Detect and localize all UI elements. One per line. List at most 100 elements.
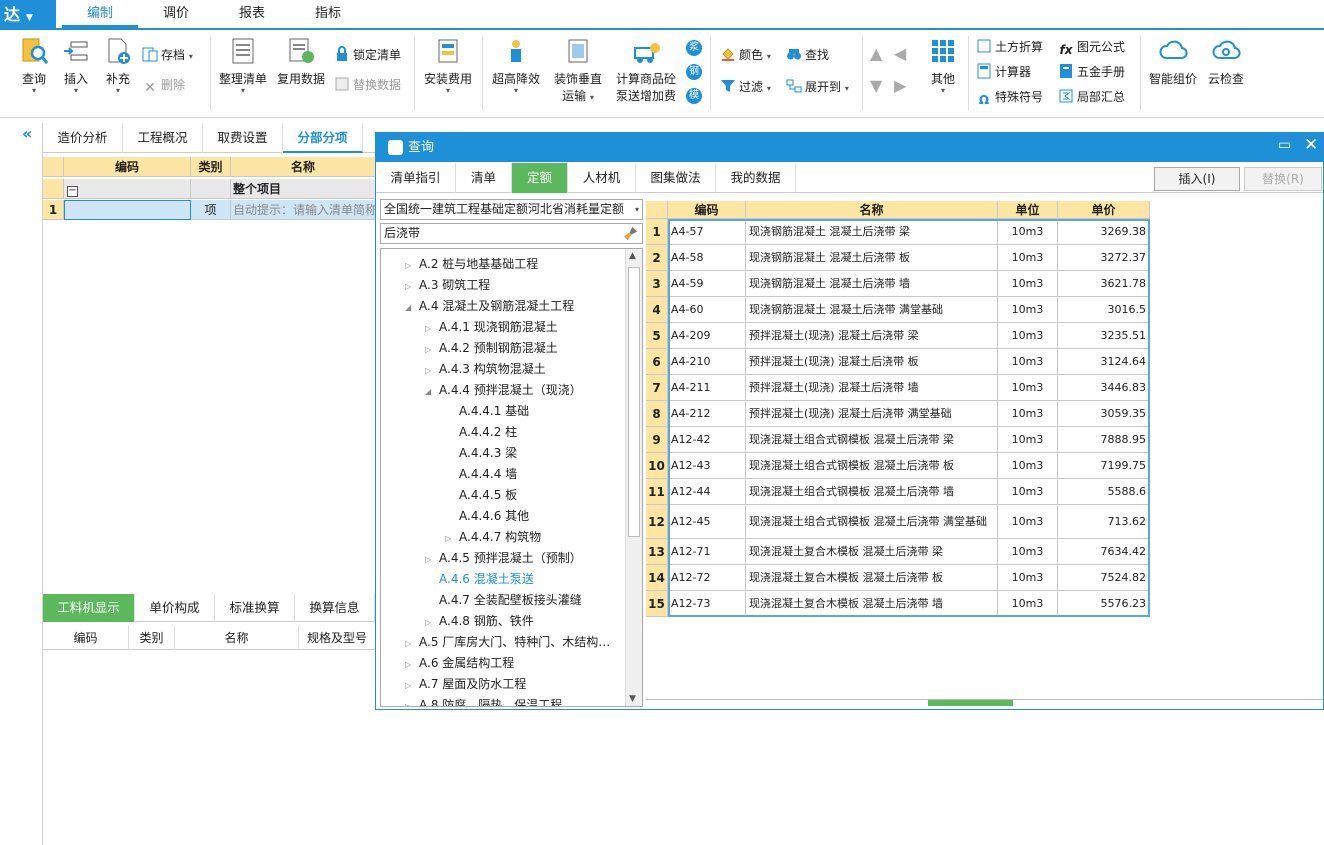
table-row[interactable]: 10 A12-43 现浇混凝土组合式钢模板 混凝土后浇带 板 10m3 7199.75 xyxy=(646,453,1150,479)
table-row[interactable]: 12 A12-45 现浇混凝土组合式钢模板 混凝土后浇带 满堂基础 10m3 713.6… xyxy=(646,505,1150,539)
tree-collapsed-icon[interactable]: ▷ xyxy=(405,276,419,297)
tree-node[interactable]: A.4.6 混凝土泵送 xyxy=(425,569,534,590)
tab-sections[interactable]: 分部分项 xyxy=(283,123,363,153)
tab-my-data[interactable]: 我的数据 xyxy=(716,163,796,193)
tab-project-overview[interactable]: 工程概况 xyxy=(123,123,203,153)
tree-collapsed-icon[interactable]: ▷ xyxy=(425,612,439,633)
tree-collapsed-icon[interactable]: ▷ xyxy=(445,528,459,549)
tree-collapsed-icon[interactable]: ▷ xyxy=(425,360,439,381)
quota-library-select[interactable]: 全国统一建筑工程基础定额河北省消耗量定额 ▾ xyxy=(380,199,643,220)
other-button[interactable]: 其他 ▾ xyxy=(922,36,964,95)
table-row[interactable]: 13 A12-71 现浇混凝土复合木模板 混凝土后浇带 梁 10m3 7634.42 xyxy=(646,539,1150,565)
query-button[interactable]: 查询 ▾ xyxy=(14,36,54,95)
tree-expanded-icon[interactable]: ◢ xyxy=(425,381,439,402)
tree-node[interactable]: ◢ A.4.4 预拌混凝土（现浇） xyxy=(425,380,582,401)
collapse-sidebar-icon[interactable]: « xyxy=(22,124,32,143)
hardware-manual-button[interactable]: 五金手册 xyxy=(1058,63,1125,81)
tree-node[interactable]: ▷ A.3 砌筑工程 xyxy=(405,275,490,296)
tree-node[interactable]: ▷ A.4.1 现浇钢筋混凝土 xyxy=(425,317,558,338)
replace-data-button[interactable]: 替换数据 xyxy=(334,76,401,94)
local-summary-button[interactable]: 局部汇总 xyxy=(1058,88,1125,106)
maximize-icon[interactable]: ▭ xyxy=(1278,137,1291,153)
table-row[interactable]: 14 A12-72 现浇混凝土复合木模板 混凝土后浇带 板 10m3 7524.82 xyxy=(646,565,1150,591)
scroll-down-icon[interactable]: ▼ xyxy=(629,694,636,704)
tree-scrollbar[interactable]: ▲ ▼ xyxy=(625,249,642,706)
scrollbar-thumb[interactable] xyxy=(628,267,640,537)
expand-to-button[interactable]: 展开到 ▾ xyxy=(786,78,849,96)
menu-tab-edit[interactable]: 编制 xyxy=(62,0,138,28)
tab-fee-settings[interactable]: 取费设置 xyxy=(203,123,283,153)
tab-list-guide[interactable]: 清单指引 xyxy=(376,163,456,193)
tree-node[interactable]: A.4.4.6 其他 xyxy=(445,506,529,527)
tree-node[interactable]: ▷ A.4.8 钢筋、铁件 xyxy=(425,611,534,632)
move-up-icon[interactable]: ▲ xyxy=(870,44,882,63)
tree-node[interactable]: A.4.4.4 墙 xyxy=(445,464,517,485)
table-row[interactable]: 4 A4-60 现浇钢筋混凝土 混凝土后浇带 满堂基础 10m3 3016.5 xyxy=(646,297,1150,323)
app-logo[interactable]: 达 ▼ xyxy=(0,0,56,30)
table-row[interactable]: 15 A12-73 现浇混凝土复合木模板 混凝土后浇带 墙 10m3 5576.23 xyxy=(646,591,1150,617)
tree-collapsed-icon[interactable]: ▷ xyxy=(405,654,419,675)
calculator-button[interactable]: 计算器 xyxy=(976,63,1031,81)
element-formula-button[interactable]: fx 图元公式 xyxy=(1058,38,1126,57)
tab-quota[interactable]: 定额 xyxy=(512,163,568,193)
move-down-icon[interactable]: ▼ xyxy=(870,76,882,95)
tab-atlas-method[interactable]: 图集做法 xyxy=(636,163,716,193)
cloud-check-button[interactable]: 云检查 xyxy=(1200,36,1252,87)
insert-button[interactable]: 插入(I) xyxy=(1154,167,1240,191)
tree-expanded-icon[interactable]: ◢ xyxy=(405,297,419,318)
table-row[interactable]: 1 A4-57 现浇钢筋混凝土 混凝土后浇带 梁 10m3 3269.38 xyxy=(646,219,1150,245)
table-row[interactable]: 8 A4-212 预拌混凝土(现浇) 混凝土后浇带 满堂基础 10m3 3059.35 xyxy=(646,401,1150,427)
install-fee-button[interactable]: 安装费用 ▾ xyxy=(420,36,476,95)
tree-node[interactable]: ▷ A.4.4.7 构筑物 xyxy=(445,527,541,548)
find-button[interactable]: 查找 xyxy=(786,46,829,64)
table-row[interactable]: 7 A4-211 预拌混凝土(现浇) 混凝土后浇带 墙 10m3 3446.83 xyxy=(646,375,1150,401)
tree-collapsed-icon[interactable]: ▷ xyxy=(425,318,439,339)
color-button[interactable]: 颜色 ▾ xyxy=(720,46,771,64)
row-code-cell[interactable] xyxy=(64,200,191,220)
row-name-cell[interactable]: 自动提示：请输入清单简称 xyxy=(231,200,375,220)
tab-standard-conversion[interactable]: 标准换算 xyxy=(215,594,295,622)
menu-tab-price-adjust[interactable]: 调价 xyxy=(138,0,214,28)
tree-collapsed-icon[interactable]: ▷ xyxy=(405,255,419,276)
formwork-chip[interactable]: 模 xyxy=(686,88,702,104)
row-type-cell[interactable]: 项 xyxy=(191,200,231,220)
tree-node[interactable]: ▷ A.6 金属结构工程 xyxy=(405,653,514,674)
tree-node[interactable]: A.4.4.5 板 xyxy=(445,485,517,506)
close-icon[interactable]: ✕ xyxy=(1304,135,1318,155)
tree-collapsed-icon[interactable]: ▷ xyxy=(405,675,419,696)
save-button[interactable]: 存档 ▾ xyxy=(142,46,193,64)
splitter-grip[interactable] xyxy=(928,700,1013,706)
table-row[interactable]: − 整个项目 xyxy=(43,179,375,199)
tab-cost-analysis[interactable]: 造价分析 xyxy=(43,123,123,153)
tree-node[interactable]: ▷ A.4.5 预拌混凝土（预制） xyxy=(425,548,582,569)
tab-labor-material[interactable]: 工料机显示 xyxy=(43,594,135,622)
col-header-spec[interactable]: 规格及型号 xyxy=(299,626,375,650)
tab-labor-material-machine[interactable]: 人材机 xyxy=(568,163,636,193)
tree-collapsed-icon[interactable]: ▷ xyxy=(425,549,439,570)
clear-brush-icon[interactable] xyxy=(623,226,638,241)
search-input[interactable]: 后浇带 xyxy=(380,223,643,244)
table-row[interactable]: 6 A4-210 预拌混凝土(现浇) 混凝土后浇带 板 10m3 3124.64 xyxy=(646,349,1150,375)
tree-node[interactable]: ▷ A.4.2 预制钢筋混凝土 xyxy=(425,338,558,359)
table-row[interactable]: 2 A4-58 现浇钢筋混凝土 混凝土后浇带 板 10m3 3272.37 xyxy=(646,245,1150,271)
scroll-up-icon[interactable]: ▲ xyxy=(629,251,636,261)
decor-vertical-transport-button[interactable]: 装饰垂直 运输 ▾ xyxy=(550,36,606,104)
replace-button[interactable]: 替换(R) xyxy=(1244,167,1322,191)
tree-node[interactable]: ▷ A.7 屋面及防水工程 xyxy=(405,674,526,695)
tree-node[interactable]: ▷ A.8 防腐、隔热、保温工程 xyxy=(405,695,562,706)
menu-tab-indicators[interactable]: 指标 xyxy=(290,0,366,28)
filter-button[interactable]: 过滤 ▾ xyxy=(720,78,771,96)
move-right-icon[interactable]: ▶ xyxy=(894,76,906,95)
tab-conversion-info[interactable]: 换算信息 xyxy=(295,594,375,622)
tree-node[interactable]: ▷ A.4.3 构筑物混凝土 xyxy=(425,359,546,380)
tree-collapsed-icon[interactable]: ▷ xyxy=(405,696,419,706)
col-header-code[interactable]: 编码 xyxy=(64,157,191,177)
earthwork-conversion-button[interactable]: 土方折算 xyxy=(976,38,1043,56)
tree-node[interactable]: ◢ A.4 混凝土及钢筋混凝土工程 xyxy=(405,296,574,317)
col-header-type[interactable]: 类别 xyxy=(129,626,175,650)
tree-collapsed-icon[interactable]: ▷ xyxy=(425,339,439,360)
dialog-title-bar[interactable]: 查询 ▭ ✕ xyxy=(376,133,1323,162)
tree-node[interactable]: A.4.4.1 基础 xyxy=(445,401,529,422)
col-header-name[interactable]: 名称 xyxy=(175,626,299,650)
special-symbol-button[interactable]: Ω 特殊符号 xyxy=(976,88,1043,107)
